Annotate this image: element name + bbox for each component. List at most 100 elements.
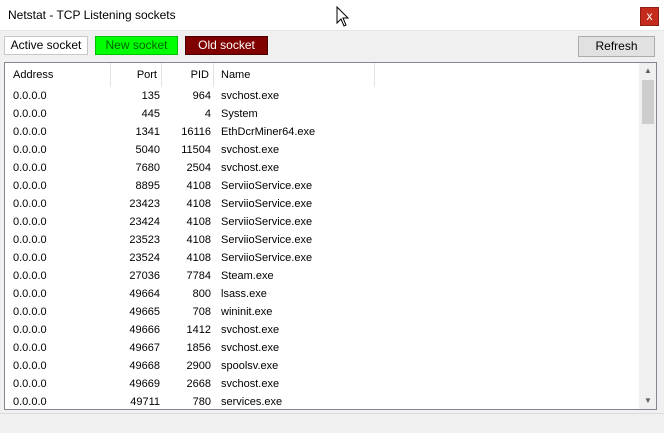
cell-pid: 2900 <box>186 360 211 372</box>
cell-address: 0.0.0.0 <box>13 198 47 210</box>
column-header-address[interactable]: Address <box>5 63 111 87</box>
cell-name: svchost.exe <box>221 90 280 102</box>
cell-address: 0.0.0.0 <box>13 396 47 408</box>
cell-address: 0.0.0.0 <box>13 252 47 264</box>
cell-port: 23423 <box>129 198 160 210</box>
table-row[interactable]: 0.0.0.0 49666 1412 svchost.exe <box>5 321 641 339</box>
cell-port: 445 <box>141 108 160 120</box>
scrollbar-thumb[interactable] <box>642 80 654 124</box>
column-header-port[interactable]: Port <box>111 63 162 87</box>
cell-name: ServiioService.exe <box>221 180 313 192</box>
cell-pid: 1412 <box>186 324 211 336</box>
table-row[interactable]: 0.0.0.0 49668 2900 spoolsv.exe <box>5 357 641 375</box>
socket-list[interactable]: Address Port PID Name 0.0.0.0 135 964 svcho… <box>4 62 657 410</box>
cell-pid: 4 <box>204 108 211 120</box>
cell-port: 1341 <box>135 126 160 138</box>
list-header: Address Port PID Name <box>5 63 641 87</box>
cell-pid: 780 <box>192 396 211 408</box>
table-row[interactable]: 0.0.0.0 23523 4108 ServiioService.exe <box>5 231 641 249</box>
cell-address: 0.0.0.0 <box>13 378 47 390</box>
cell-address: 0.0.0.0 <box>13 216 47 228</box>
window-title: Netstat - TCP Listening sockets <box>8 8 176 22</box>
cell-port: 49666 <box>129 324 160 336</box>
table-row[interactable]: 0.0.0.0 23423 4108 ServiioService.exe <box>5 195 641 213</box>
cell-port: 23524 <box>129 252 160 264</box>
active-socket-legend: Active socket <box>4 36 88 55</box>
cell-address: 0.0.0.0 <box>13 342 47 354</box>
cell-port: 23424 <box>129 216 160 228</box>
cell-name: ServiioService.exe <box>221 216 313 228</box>
cell-address: 0.0.0.0 <box>13 90 47 102</box>
chevron-up-icon[interactable]: ▲ <box>640 63 656 79</box>
cell-port: 49665 <box>129 306 160 318</box>
mouse-cursor-icon <box>336 6 350 27</box>
cell-pid: 4108 <box>186 216 211 228</box>
cell-pid: 964 <box>192 90 211 102</box>
table-row[interactable]: 0.0.0.0 8895 4108 ServiioService.exe <box>5 177 641 195</box>
cell-name: services.exe <box>221 396 283 408</box>
cell-pid: 2668 <box>186 378 211 390</box>
table-row[interactable]: 0.0.0.0 49665 708 wininit.exe <box>5 303 641 321</box>
cell-name: EthDcrMiner64.exe <box>221 126 316 138</box>
cell-port: 27036 <box>129 270 160 282</box>
cell-pid: 1856 <box>186 342 211 354</box>
table-row[interactable]: 0.0.0.0 445 4 System <box>5 105 641 123</box>
cell-pid: 7784 <box>186 270 211 282</box>
status-bar <box>0 413 664 433</box>
old-socket-legend: Old socket <box>185 36 268 55</box>
title-bar: Netstat - TCP Listening sockets x <box>0 0 664 31</box>
cell-name: lsass.exe <box>221 288 267 300</box>
cell-pid: 800 <box>192 288 211 300</box>
table-row[interactable]: 0.0.0.0 5040 11504 svchost.exe <box>5 141 641 159</box>
cell-pid: 2504 <box>186 162 211 174</box>
cell-port: 49667 <box>129 342 160 354</box>
cell-port: 49664 <box>129 288 160 300</box>
table-row[interactable]: 0.0.0.0 49667 1856 svchost.exe <box>5 339 641 357</box>
chevron-down-icon[interactable]: ▼ <box>640 393 656 409</box>
cell-port: 49669 <box>129 378 160 390</box>
cell-address: 0.0.0.0 <box>13 180 47 192</box>
cell-name: svchost.exe <box>221 378 280 390</box>
cell-pid: 708 <box>192 306 211 318</box>
cell-name: System <box>221 108 258 120</box>
cell-address: 0.0.0.0 <box>13 270 47 282</box>
cell-address: 0.0.0.0 <box>13 306 47 318</box>
table-row[interactable]: 0.0.0.0 7680 2504 svchost.exe <box>5 159 641 177</box>
column-header-name[interactable]: Name <box>214 63 375 87</box>
cell-name: wininit.exe <box>221 306 273 318</box>
cell-address: 0.0.0.0 <box>13 144 47 156</box>
cell-pid: 4108 <box>186 252 211 264</box>
cell-pid: 4108 <box>186 234 211 246</box>
cell-pid: 4108 <box>186 180 211 192</box>
cell-address: 0.0.0.0 <box>13 162 47 174</box>
cell-name: ServiioService.exe <box>221 198 313 210</box>
column-header-pid[interactable]: PID <box>162 63 214 87</box>
list-body: 0.0.0.0 135 964 svchost.exe 0.0.0.0 445 4 Syste… <box>5 87 641 409</box>
vertical-scrollbar[interactable]: ▲ ▼ <box>639 63 656 409</box>
cell-name: svchost.exe <box>221 162 280 174</box>
cell-port: 135 <box>141 90 160 102</box>
close-button[interactable]: x <box>640 7 659 26</box>
table-row[interactable]: 0.0.0.0 23524 4108 ServiioService.exe <box>5 249 641 267</box>
cell-pid: 11504 <box>181 144 211 156</box>
table-row[interactable]: 0.0.0.0 27036 7784 Steam.exe <box>5 267 641 285</box>
cell-port: 23523 <box>129 234 160 246</box>
cell-address: 0.0.0.0 <box>13 126 47 138</box>
toolbar: Active socket New socket Old socket Refr… <box>0 32 664 58</box>
table-row[interactable]: 0.0.0.0 49669 2668 svchost.exe <box>5 375 641 393</box>
cell-port: 5040 <box>135 144 160 156</box>
cell-port: 8895 <box>135 180 160 192</box>
refresh-button[interactable]: Refresh <box>578 36 655 57</box>
cell-pid: 16116 <box>181 126 211 138</box>
table-row[interactable]: 0.0.0.0 135 964 svchost.exe <box>5 87 641 105</box>
table-row[interactable]: 0.0.0.0 1341 16116 EthDcrMiner64.exe <box>5 123 641 141</box>
cell-name: ServiioService.exe <box>221 252 313 264</box>
cell-address: 0.0.0.0 <box>13 288 47 300</box>
cell-address: 0.0.0.0 <box>13 108 47 120</box>
table-row[interactable]: 0.0.0.0 23424 4108 ServiioService.exe <box>5 213 641 231</box>
cell-name: ServiioService.exe <box>221 234 313 246</box>
table-row[interactable]: 0.0.0.0 49664 800 lsass.exe <box>5 285 641 303</box>
table-row[interactable]: 0.0.0.0 49711 780 services.exe <box>5 393 641 409</box>
new-socket-legend: New socket <box>95 36 178 55</box>
cell-address: 0.0.0.0 <box>13 324 47 336</box>
